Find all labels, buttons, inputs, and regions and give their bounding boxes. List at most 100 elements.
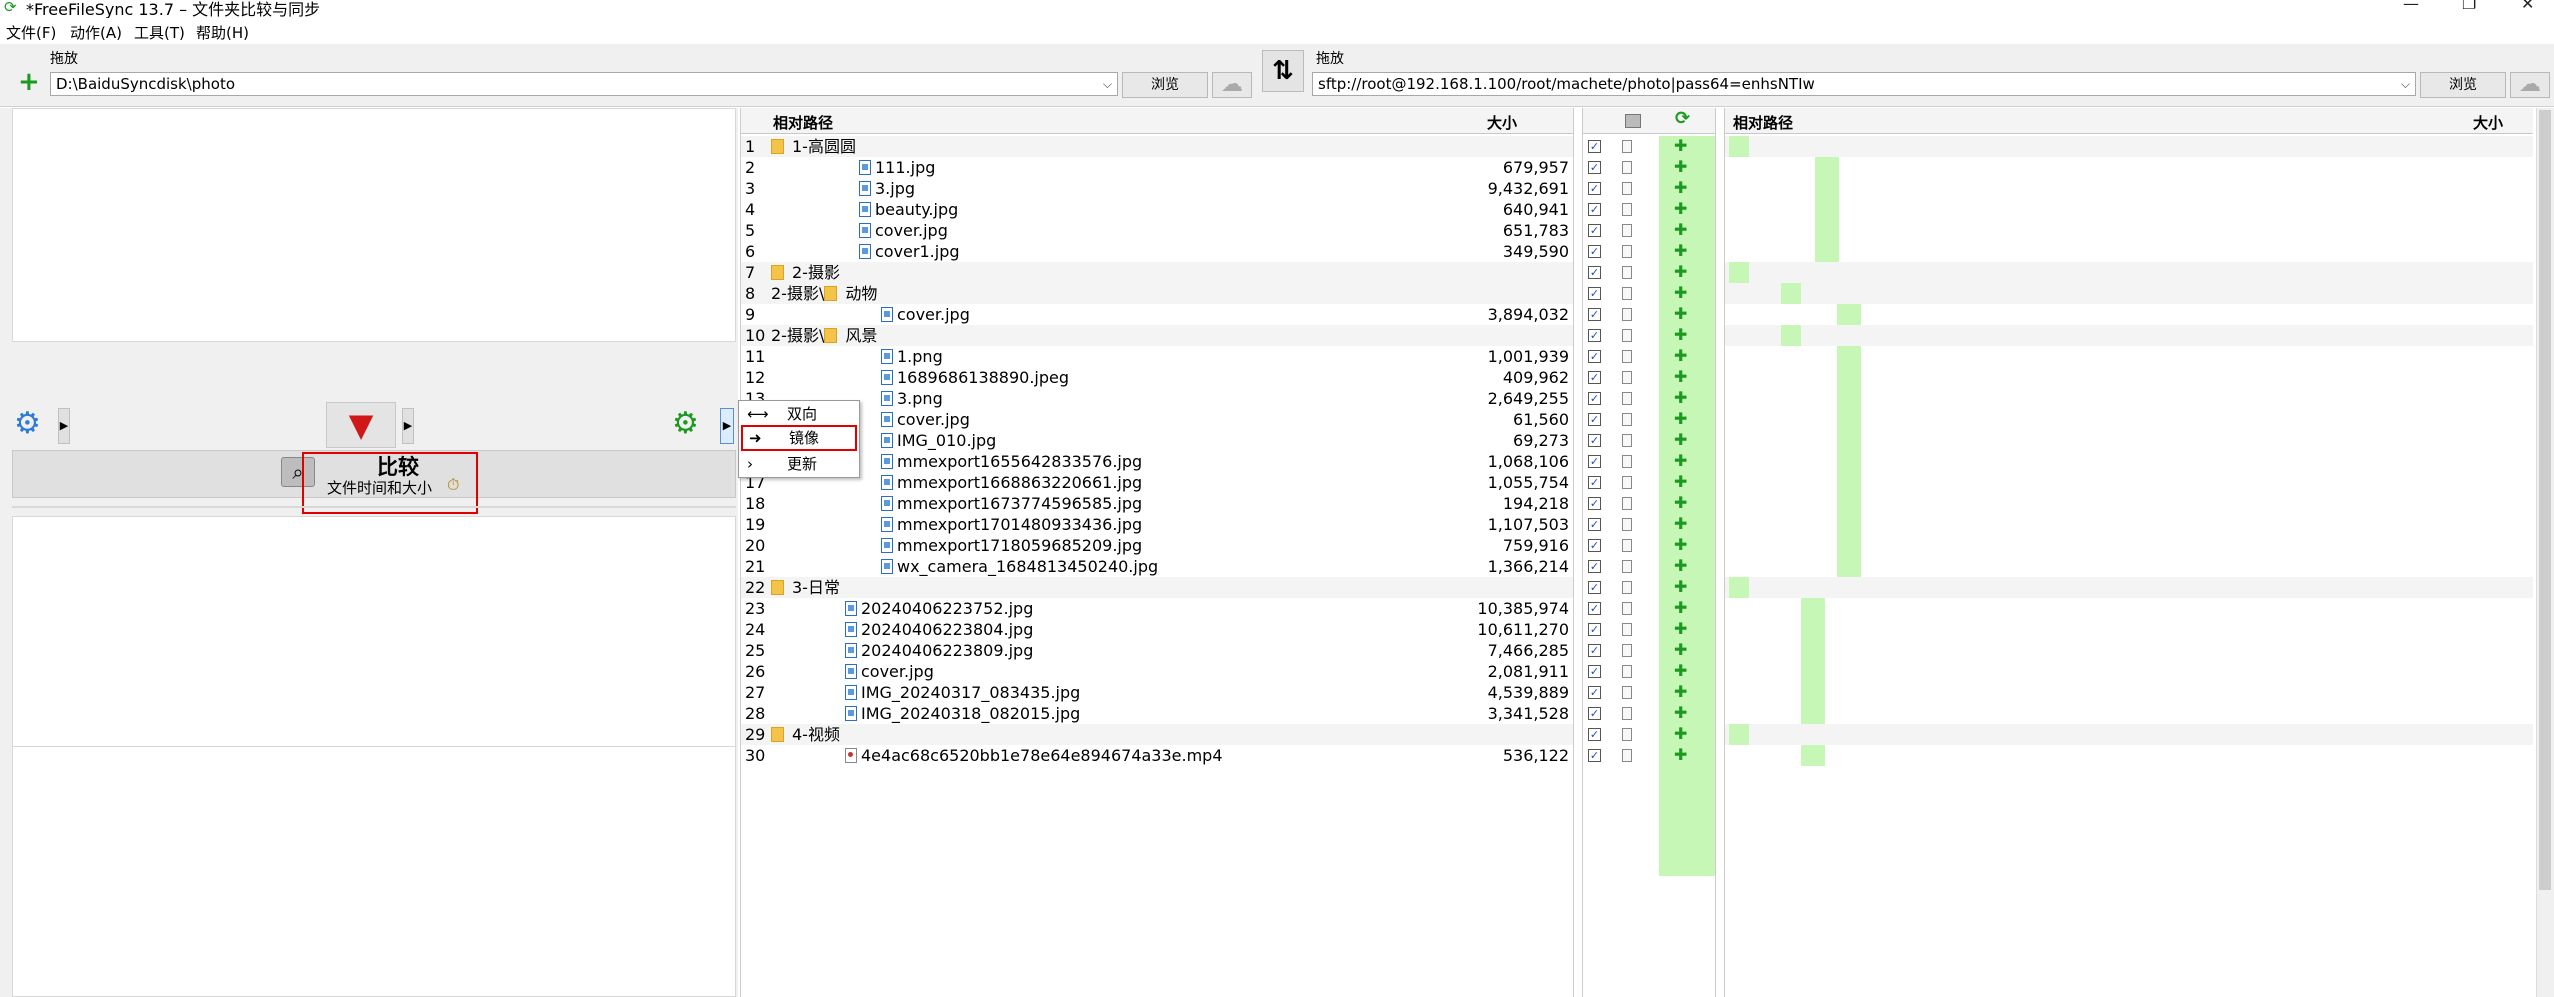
minimize-icon[interactable]: — — [2403, 0, 2419, 13]
menu-item-update[interactable]: › 更新 — [739, 453, 859, 475]
left-col-path-header[interactable]: 相对路径 — [773, 112, 833, 133]
category-header-icon[interactable] — [1625, 114, 1641, 128]
table-row[interactable]: 15IMG_010.jpg69,273 — [741, 430, 1573, 451]
table-row[interactable]: 24 20240406223804.jpg 10,611,270 — [741, 619, 1573, 640]
table-row[interactable] — [1725, 472, 2533, 493]
table-row[interactable] — [1725, 619, 2533, 640]
table-row[interactable]: 30 4e4ac68c6520bb1e78e64e894674a33e.mp4 53… — [741, 745, 1573, 766]
table-row[interactable]: 16mmexport1655642833576.jpg1,068,106 — [741, 451, 1573, 472]
table-row[interactable] — [1725, 493, 2533, 514]
table-row[interactable] — [1725, 283, 2533, 304]
table-row[interactable] — [1725, 577, 2533, 598]
table-row[interactable]: 28 IMG_20240318_082015.jpg 3,341,528 — [741, 703, 1573, 724]
table-row[interactable] — [1725, 640, 2533, 661]
create-right-icon[interactable]: ✚ — [1674, 262, 1687, 282]
include-checkbox[interactable]: ✓ — [1588, 287, 1601, 300]
create-right-icon[interactable]: ✚ — [1674, 199, 1687, 219]
include-checkbox[interactable]: ✓ — [1588, 245, 1601, 258]
table-row[interactable]: 3 3.jpg 9,432,691 — [741, 178, 1573, 199]
table-row[interactable] — [1725, 451, 2533, 472]
create-right-icon[interactable]: ✚ — [1674, 598, 1687, 618]
create-right-icon[interactable]: ✚ — [1674, 451, 1687, 471]
table-row[interactable] — [1725, 157, 2533, 178]
table-row[interactable] — [1725, 430, 2533, 451]
include-checkbox[interactable]: ✓ — [1588, 371, 1601, 384]
table-row[interactable] — [1725, 556, 2533, 577]
left-browse-button[interactable]: 浏览 — [1122, 72, 1208, 98]
create-right-icon[interactable]: ✚ — [1674, 220, 1687, 240]
table-row[interactable]: 25 20240406223809.jpg 7,466,285 — [741, 640, 1573, 661]
include-checkbox[interactable]: ✓ — [1588, 560, 1601, 573]
table-row[interactable]: 22 3-日常 — [741, 577, 1573, 598]
restore-icon[interactable]: ❐ — [2462, 0, 2476, 13]
create-right-icon[interactable]: ✚ — [1674, 241, 1687, 261]
create-right-icon[interactable]: ✚ — [1674, 346, 1687, 366]
include-checkbox[interactable]: ✓ — [1588, 308, 1601, 321]
table-row[interactable]: 17 mmexport1668863220661.jpg 1,055,754 — [741, 472, 1573, 493]
menu-item-two-way[interactable]: ⟷ 双向 — [739, 403, 859, 425]
create-right-icon[interactable]: ✚ — [1674, 682, 1687, 702]
table-row[interactable]: 23 20240406223752.jpg 10,385,974 — [741, 598, 1573, 619]
include-checkbox[interactable]: ✓ — [1588, 392, 1601, 405]
swap-sides-icon[interactable]: ⇅ — [1262, 50, 1304, 92]
create-right-icon[interactable]: ✚ — [1674, 367, 1687, 387]
table-row[interactable] — [1725, 598, 2533, 619]
table-row[interactable] — [1725, 367, 2533, 388]
filter-funnel-icon[interactable]: ▼ — [326, 402, 396, 448]
create-right-icon[interactable]: ✚ — [1674, 283, 1687, 303]
sync-settings-gear-icon[interactable]: ⚙ — [672, 406, 699, 441]
table-row[interactable] — [1725, 409, 2533, 430]
sync-variant-dropdown-icon[interactable]: ▶ — [720, 408, 734, 444]
table-row[interactable]: 8 2-摄影\ 动物 — [741, 283, 1573, 304]
right-cloud-icon[interactable]: ☁ — [2510, 72, 2550, 98]
table-row[interactable] — [1725, 178, 2533, 199]
right-col-path-header[interactable]: 相对路径 — [1733, 112, 1793, 133]
create-right-icon[interactable]: ✚ — [1674, 556, 1687, 576]
table-row[interactable]: 2 111.jpg 679,957 — [741, 157, 1573, 178]
create-right-icon[interactable]: ✚ — [1674, 493, 1687, 513]
table-row[interactable]: 10 2-摄影\ 风景 — [741, 325, 1573, 346]
table-row[interactable]: 12 1689686138890.jpeg 409,962 — [741, 367, 1573, 388]
table-row[interactable] — [1725, 514, 2533, 535]
include-checkbox[interactable]: ✓ — [1588, 686, 1601, 699]
include-checkbox[interactable]: ✓ — [1588, 728, 1601, 741]
create-right-icon[interactable]: ✚ — [1674, 136, 1687, 156]
include-checkbox[interactable]: ✓ — [1588, 161, 1601, 174]
table-row[interactable]: 9 cover.jpg 3,894,032 — [741, 304, 1573, 325]
table-row[interactable]: 5 cover.jpg 651,783 — [741, 220, 1573, 241]
create-right-icon[interactable]: ✚ — [1674, 745, 1687, 765]
table-row[interactable] — [1725, 745, 2533, 766]
chevron-down-icon[interactable]: ⌵ — [1103, 77, 1112, 92]
include-checkbox[interactable]: ✓ — [1588, 581, 1601, 594]
include-checkbox[interactable]: ✓ — [1588, 602, 1601, 615]
include-checkbox[interactable]: ✓ — [1588, 518, 1601, 531]
create-right-icon[interactable]: ✚ — [1674, 430, 1687, 450]
create-right-icon[interactable]: ✚ — [1674, 514, 1687, 534]
table-row[interactable] — [1725, 220, 2533, 241]
vertical-scrollbar[interactable] — [2536, 108, 2554, 997]
table-row[interactable] — [1725, 325, 2533, 346]
include-checkbox[interactable]: ✓ — [1588, 707, 1601, 720]
include-checkbox[interactable]: ✓ — [1588, 497, 1601, 510]
table-row[interactable]: 29 4-视频 — [741, 724, 1573, 745]
table-row[interactable]: 6 cover1.jpg 349,590 — [741, 241, 1573, 262]
include-checkbox[interactable]: ✓ — [1588, 623, 1601, 636]
right-browse-button[interactable]: 浏览 — [2420, 72, 2506, 98]
table-row[interactable]: 1 1-高圆圆 — [741, 136, 1573, 157]
table-row[interactable]: 13 3.png 2,649,255 — [741, 388, 1573, 409]
create-right-icon[interactable]: ✚ — [1674, 661, 1687, 681]
include-checkbox[interactable]: ✓ — [1588, 203, 1601, 216]
table-row[interactable] — [1725, 724, 2533, 745]
table-row[interactable]: 18 mmexport1673774596585.jpg 194,218 — [741, 493, 1573, 514]
right-folder-path-input[interactable]: sftp://root@192.168.1.100/root/machete/p… — [1312, 72, 2416, 96]
action-header-sync-icon[interactable]: ⟳ — [1675, 108, 1690, 129]
create-right-icon[interactable]: ✚ — [1674, 388, 1687, 408]
menu-file[interactable]: 文件(F) — [6, 22, 56, 43]
chevron-down-icon[interactable]: ⌵ — [2401, 77, 2410, 92]
create-right-icon[interactable]: ✚ — [1674, 409, 1687, 429]
table-row[interactable] — [1725, 661, 2533, 682]
table-row[interactable] — [1725, 241, 2533, 262]
include-checkbox[interactable]: ✓ — [1588, 665, 1601, 678]
table-row[interactable]: 14cover.jpg61,560 — [741, 409, 1573, 430]
include-checkbox[interactable]: ✓ — [1588, 413, 1601, 426]
